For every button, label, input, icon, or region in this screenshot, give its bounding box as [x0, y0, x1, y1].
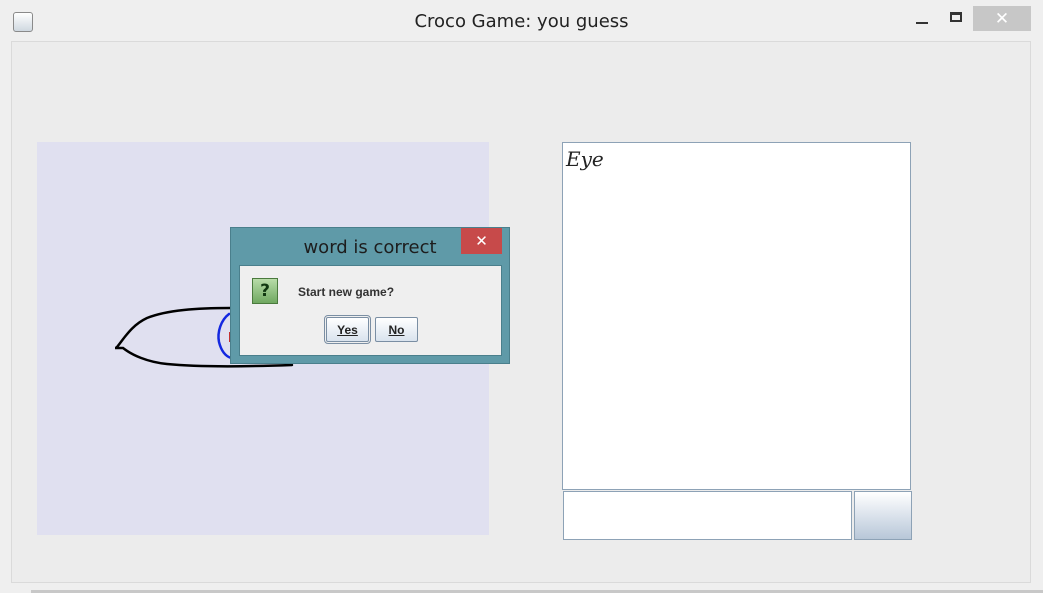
dialog-body: ? Start new game? Yes No — [239, 265, 502, 356]
yes-button[interactable]: Yes — [324, 315, 371, 344]
dialog-close-button[interactable]: ✕ — [461, 228, 502, 254]
game-window: Croco Game: you guess ✕ Eye word is corr… — [0, 0, 1043, 593]
maximize-button[interactable] — [940, 6, 972, 31]
chat-area[interactable]: Eye — [562, 142, 911, 490]
title-bar[interactable]: Croco Game: you guess ✕ — [0, 0, 1043, 42]
guess-input[interactable] — [563, 491, 852, 540]
close-icon: ✕ — [475, 232, 488, 250]
minimize-button[interactable] — [905, 6, 939, 31]
chat-message: Eye — [566, 147, 604, 171]
confirm-dialog: word is correct ✕ ? Start new game? Yes … — [230, 227, 510, 364]
question-icon: ? — [252, 278, 278, 304]
no-button[interactable]: No — [375, 317, 418, 342]
window-title: Croco Game: you guess — [414, 11, 629, 32]
close-icon: ✕ — [994, 8, 1010, 29]
send-button[interactable] — [854, 491, 912, 540]
dialog-message: Start new game? — [298, 285, 395, 299]
dialog-title: word is correct — [303, 237, 437, 258]
close-button[interactable]: ✕ — [973, 6, 1031, 31]
